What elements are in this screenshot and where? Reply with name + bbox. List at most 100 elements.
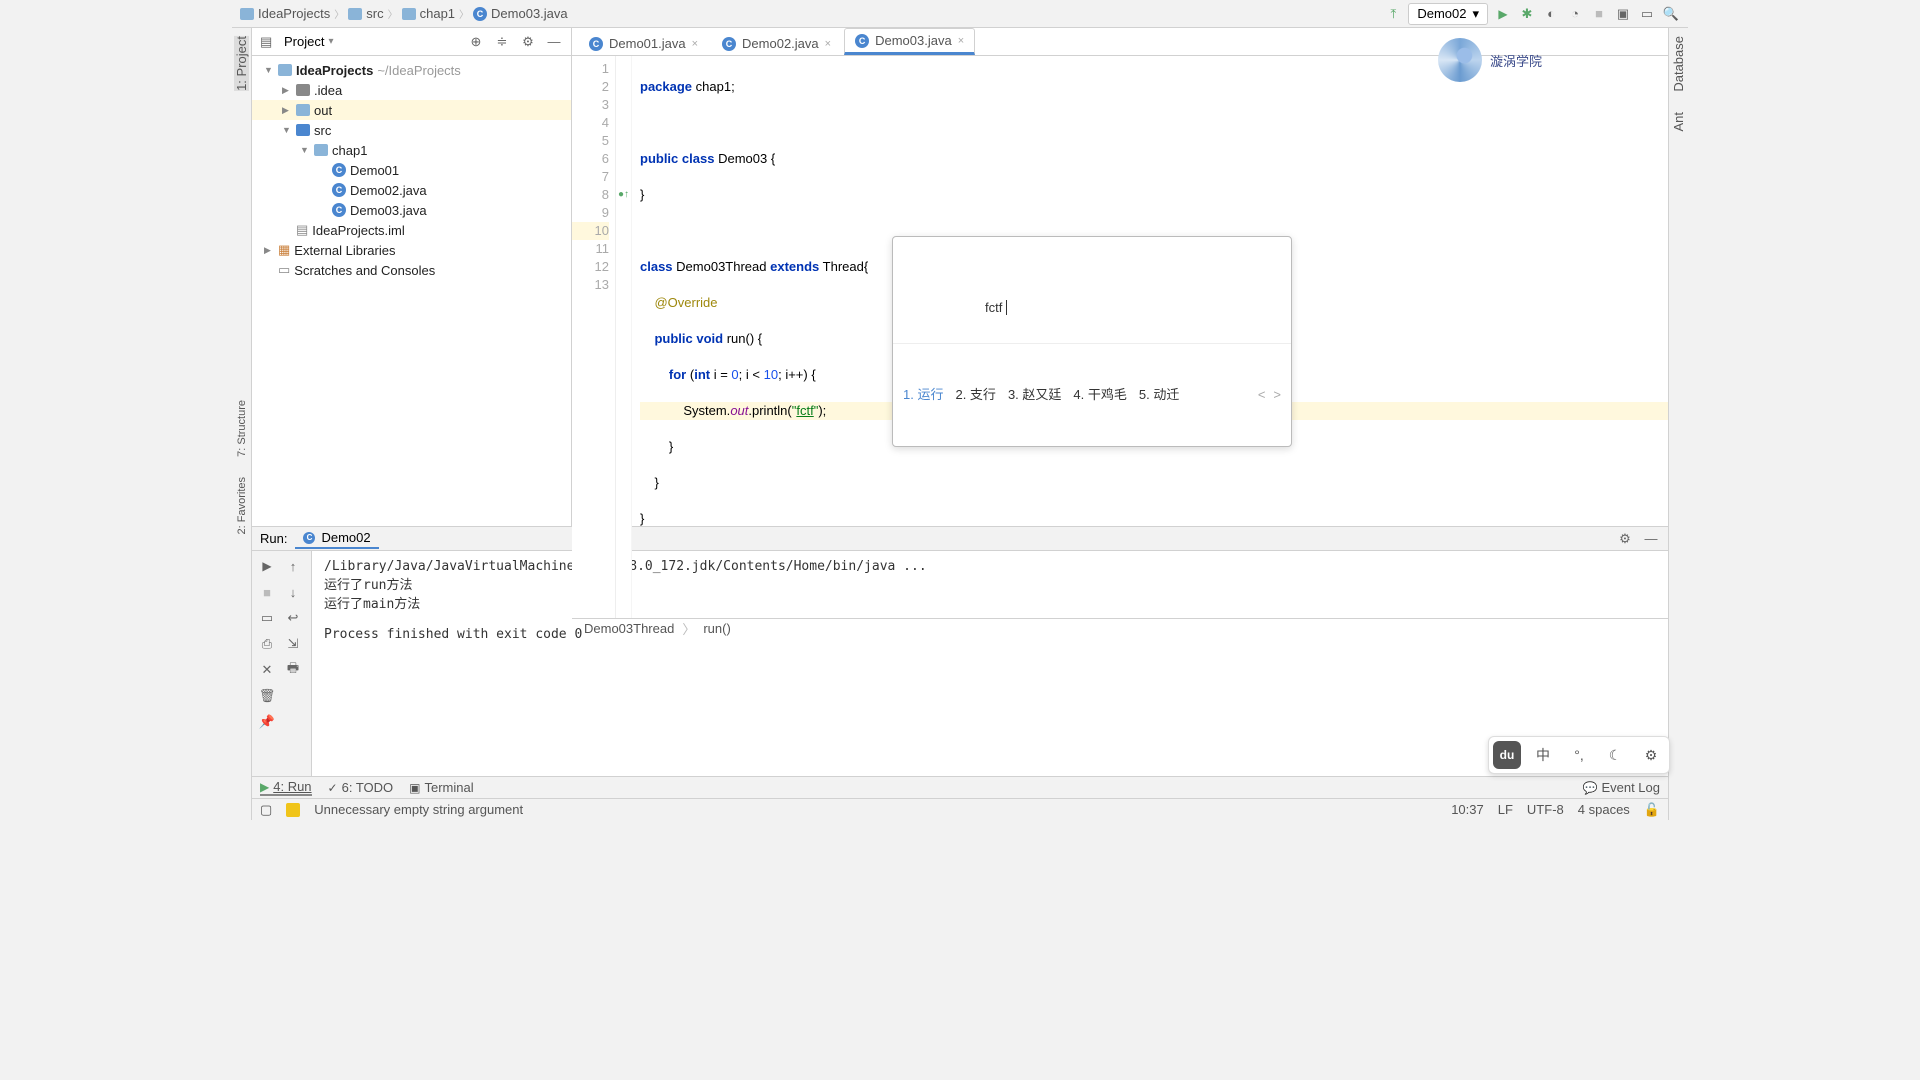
ime-candidate[interactable]: 2. 支行 <box>955 386 995 404</box>
ime-candidate[interactable]: 1. 运行 <box>903 386 943 404</box>
editor-body[interactable]: 12345678910111213 ●↑ package chap1; publ… <box>572 56 1668 618</box>
gear-icon[interactable]: ⚙ <box>519 33 537 51</box>
tree-row[interactable]: CDemo02.java <box>252 180 571 200</box>
ime-candidate[interactable]: 4. 干鸡毛 <box>1073 386 1126 404</box>
editor-breadcrumb: Demo03Thread 〉 run() <box>572 618 1668 638</box>
run-config-selector[interactable]: Demo02 ▾ <box>1408 3 1488 25</box>
folder-gray-icon <box>296 84 310 96</box>
tree-row[interactable]: ▶▦External Libraries <box>252 240 571 260</box>
tree-label: Demo02.java <box>350 183 427 198</box>
tree-row[interactable]: ▤ IdeaProjects.iml <box>252 220 571 240</box>
lock-icon[interactable]: 🔓 <box>1644 802 1660 818</box>
close-icon[interactable]: × <box>692 38 698 50</box>
close-icon[interactable]: ✕ <box>256 659 278 681</box>
run-tab[interactable]: C Demo02 <box>295 528 378 549</box>
database-tool-tab[interactable]: Database <box>1671 36 1686 92</box>
tree-label: Demo01 <box>350 163 399 178</box>
pin-icon[interactable]: ⎙ <box>256 633 278 655</box>
caret-position[interactable]: 10:37 <box>1451 802 1484 817</box>
folder-blue-icon <box>296 124 310 136</box>
todo-tab-button[interactable]: ✓ 6: TODO <box>328 780 394 795</box>
breadcrumb-item[interactable]: CDemo03.java <box>473 6 568 21</box>
down-icon[interactable]: ↓ <box>282 581 304 603</box>
event-log-button[interactable]: 💬 Event Log <box>1583 780 1661 795</box>
breadcrumb: IdeaProjects 〉 src 〉 chap1 〉 CDemo03.jav… <box>240 6 1378 21</box>
stop-icon[interactable]: ■ <box>1590 5 1608 23</box>
right-tool-strip: Database Ant <box>1668 28 1688 820</box>
tree-row[interactable]: CDemo03.java <box>252 200 571 220</box>
tree-row[interactable]: ▭Scratches and Consoles <box>252 260 571 280</box>
code-area[interactable]: package chap1; public class Demo03 { } c… <box>632 56 1668 618</box>
left-tool-strip-lower: 7: Structure 2: Favorites <box>232 400 252 534</box>
project-title[interactable]: Project ▾ <box>284 34 459 49</box>
editor-tab[interactable]: CDemo03.java× <box>844 28 975 55</box>
tree-row[interactable]: ▼IdeaProjects ~/IdeaProjects <box>252 60 571 80</box>
ime-candidate[interactable]: 3. 赵又廷 <box>1008 386 1061 404</box>
ime-next-icon[interactable]: > <box>1273 386 1281 404</box>
java-class-icon: C <box>722 37 736 51</box>
layout-icon[interactable]: ▭ <box>256 607 278 629</box>
override-gutter-icon[interactable]: ●↑ <box>616 186 631 204</box>
breadcrumb-class[interactable]: Demo03Thread <box>584 621 674 636</box>
coverage-icon[interactable]: ◐ <box>1542 5 1560 23</box>
ime-candidate[interactable]: 5. 动迁 <box>1139 386 1179 404</box>
debug-icon[interactable]: ✱ <box>1518 5 1536 23</box>
terminal-tab-button[interactable]: ▣ Terminal <box>409 780 473 795</box>
search-everywhere-icon[interactable]: ▭ <box>1638 5 1656 23</box>
breadcrumb-item[interactable]: chap1 <box>402 6 455 21</box>
editor-tab[interactable]: CDemo02.java× <box>711 31 842 55</box>
profile-icon[interactable]: ◔ <box>1566 5 1584 23</box>
tree-label: chap1 <box>332 143 367 158</box>
editor-tab[interactable]: CDemo01.java× <box>578 31 709 55</box>
tree-label: .idea <box>314 83 342 98</box>
iml-icon: ▤ <box>296 222 308 238</box>
close-icon[interactable]: × <box>958 35 964 47</box>
updates-icon[interactable]: ▣ <box>1614 5 1632 23</box>
up-icon[interactable]: ↑ <box>282 555 304 577</box>
tree-row[interactable]: ▼chap1 <box>252 140 571 160</box>
stop-icon[interactable]: ■ <box>256 581 278 603</box>
breadcrumb-item[interactable]: IdeaProjects <box>240 6 330 21</box>
ime-settings-button[interactable]: ⚙ <box>1637 741 1665 769</box>
ime-prev-icon[interactable]: < <box>1258 386 1266 404</box>
run-sidebar: ▶ ↑ ■ ↓ ▭ ↩ ⎙ ⇲ <box>252 551 312 776</box>
ime-engine-icon[interactable]: du <box>1493 741 1521 769</box>
tree-row[interactable]: ▼src <box>252 120 571 140</box>
ime-input[interactable]: fctf <box>893 273 1291 344</box>
tree-label: Scratches and Consoles <box>294 263 435 278</box>
locate-icon[interactable]: ⊕ <box>467 33 485 51</box>
structure-tool-tab[interactable]: 7: Structure <box>236 400 248 457</box>
help-icon[interactable]: 📌 <box>256 711 278 733</box>
hide-icon[interactable]: — <box>545 33 563 51</box>
scroll-icon[interactable]: ⇲ <box>282 633 304 655</box>
search-icon[interactable]: 🔍 <box>1662 5 1680 23</box>
folder-icon <box>296 104 310 116</box>
tree-row[interactable]: CDemo01 <box>252 160 571 180</box>
indent-setting[interactable]: 4 spaces <box>1578 802 1630 817</box>
close-icon[interactable]: × <box>825 38 831 50</box>
tree-row[interactable]: ▶out <box>252 100 571 120</box>
ant-tool-tab[interactable]: Ant <box>1671 112 1686 132</box>
breadcrumb-item[interactable]: src <box>348 6 383 21</box>
build-icon[interactable]: ⤒ <box>1384 5 1402 23</box>
tab-label: Demo01.java <box>609 36 686 51</box>
favorites-tool-tab[interactable]: 2: Favorites <box>236 477 248 534</box>
ime-punct-button[interactable]: °, <box>1565 741 1593 769</box>
rerun-icon[interactable]: ▶ <box>256 555 278 577</box>
project-tool-tab[interactable]: 1: Project <box>234 36 249 91</box>
ime-theme-button[interactable]: ☾ <box>1601 741 1629 769</box>
run-tab-button[interactable]: ▶4: Run <box>260 779 312 796</box>
trash-icon[interactable]: 🗑 <box>256 685 278 707</box>
tree-label: IdeaProjects.iml <box>312 223 404 238</box>
expand-icon[interactable]: ≑ <box>493 33 511 51</box>
tree-row[interactable]: ▶.idea <box>252 80 571 100</box>
print-icon[interactable]: 🖶 <box>282 659 304 681</box>
file-encoding[interactable]: UTF-8 <box>1527 802 1564 817</box>
status-toggle-icon[interactable]: ▢ <box>260 802 272 818</box>
soft-wrap-icon[interactable]: ↩ <box>282 607 304 629</box>
ime-lang-button[interactable]: 中 <box>1529 741 1557 769</box>
run-icon[interactable]: ▶ <box>1494 5 1512 23</box>
breadcrumb-method[interactable]: run() <box>703 621 730 636</box>
line-separator[interactable]: LF <box>1498 802 1513 817</box>
more-icon[interactable] <box>282 685 304 707</box>
